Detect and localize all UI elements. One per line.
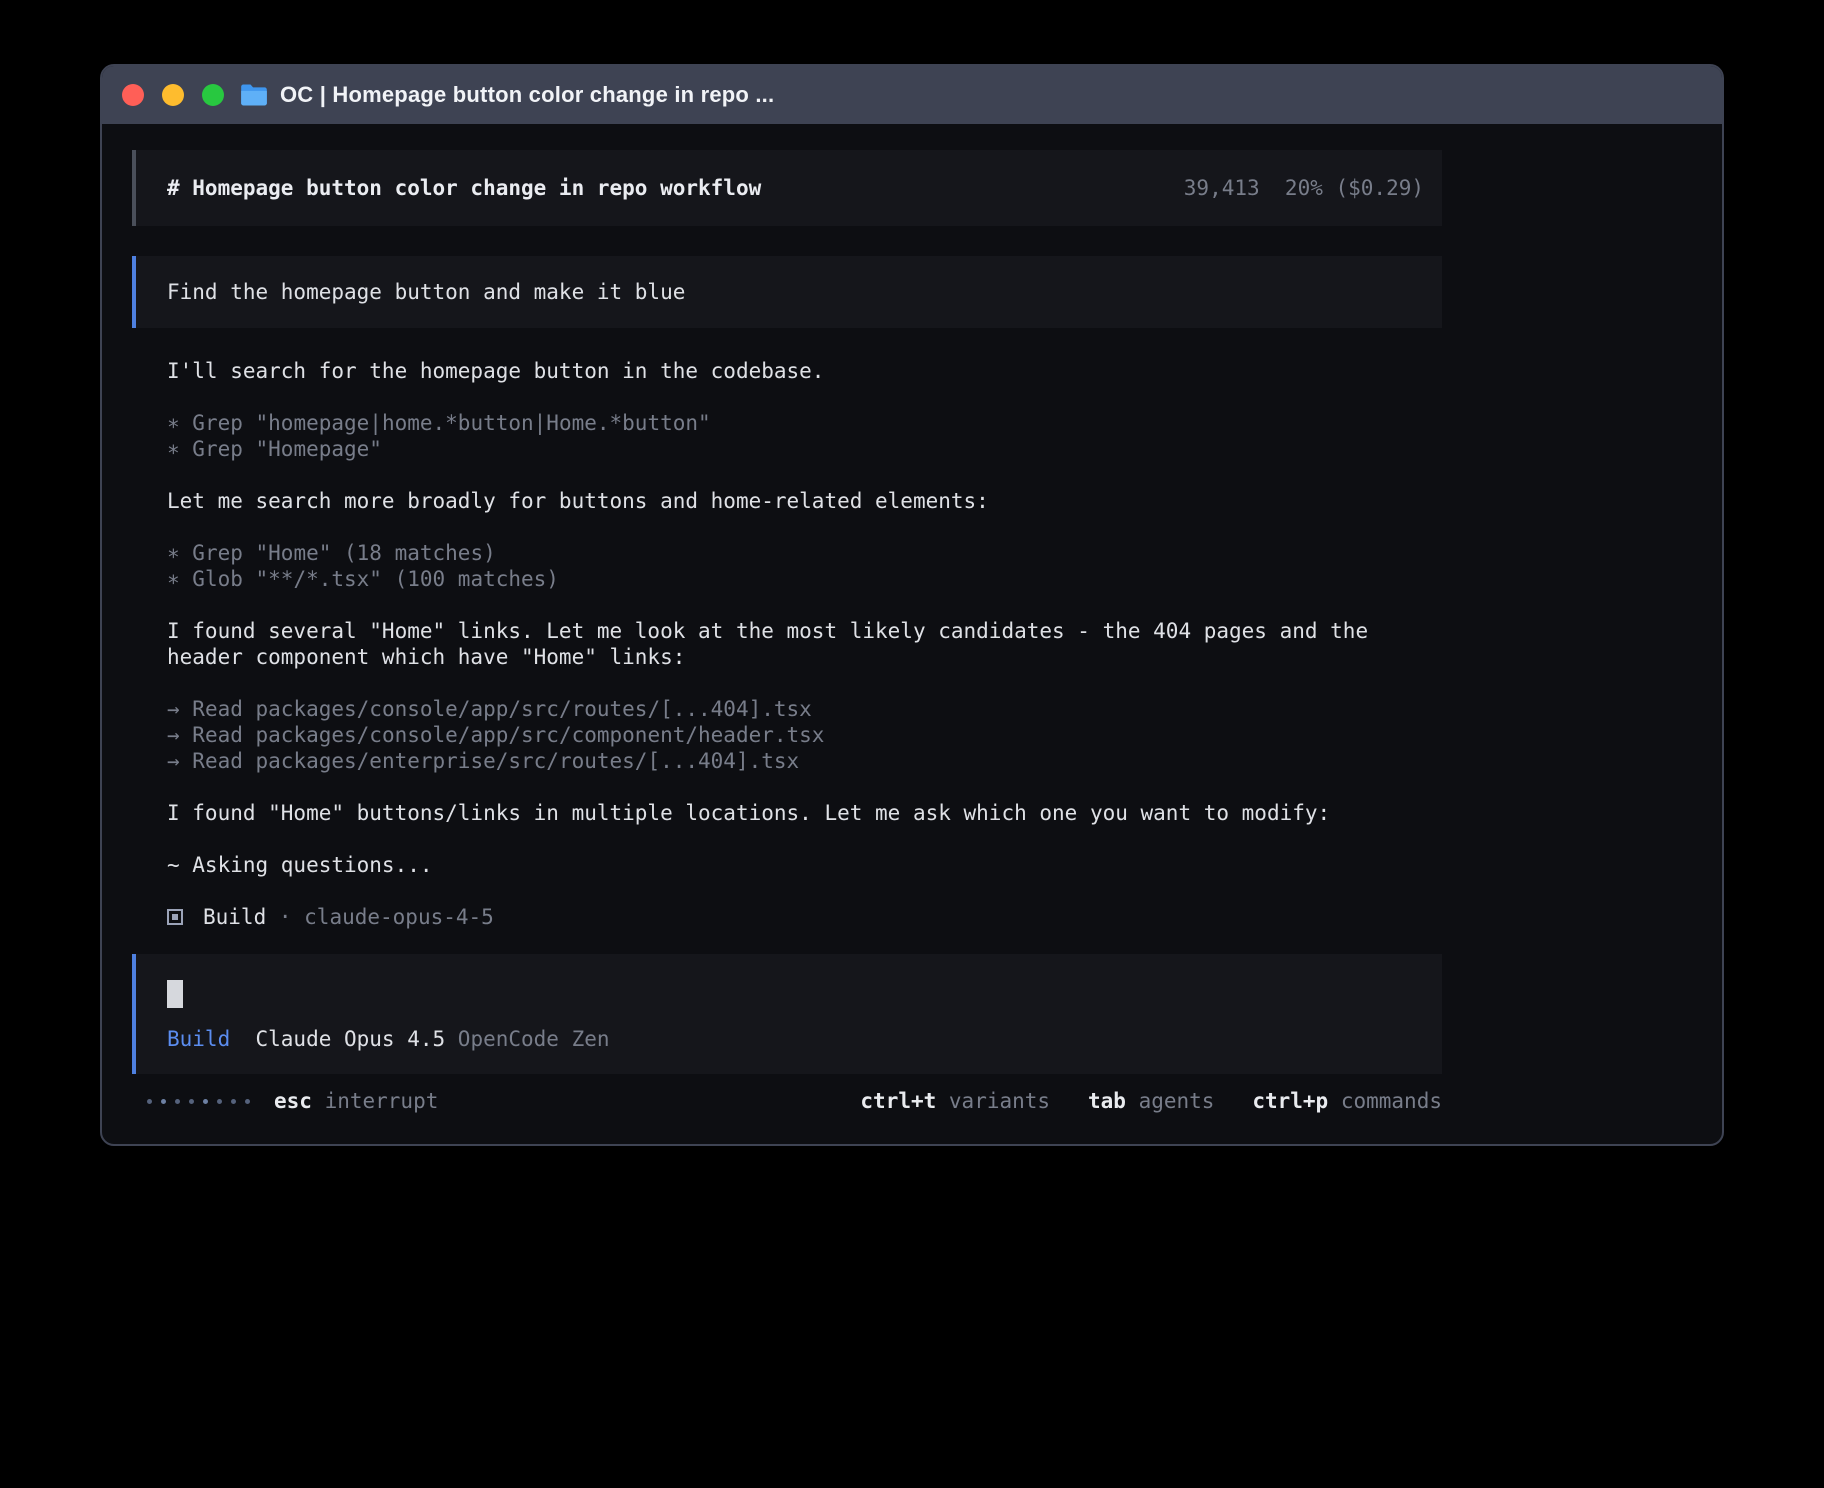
- assistant-text-broaden: Let me search more broadly for buttons a…: [167, 488, 1442, 514]
- close-button[interactable]: [122, 84, 144, 106]
- tool-marker-icon: →: [167, 696, 180, 722]
- zoom-button[interactable]: [202, 84, 224, 106]
- session-stats: 39,413 20% ($0.29): [1184, 175, 1424, 201]
- tool-call-group-1: ∗ Grep "homepage|home.*button|Home.*button…: [167, 410, 1442, 462]
- input-model-name[interactable]: Claude Opus 4.5: [256, 1026, 446, 1052]
- spinner-dot: [175, 1099, 180, 1104]
- tool-args: "**/*.tsx" (100 matches): [256, 566, 559, 592]
- assistant-text-candidates: I found several "Home" links. Let me loo…: [167, 618, 1442, 670]
- tool-name: Read: [192, 748, 243, 774]
- tool-call-grep: ∗ Grep "Homepage": [167, 436, 1442, 462]
- shortcut-label: interrupt: [325, 1088, 439, 1114]
- session-title: # Homepage button color change in repo w…: [167, 175, 761, 201]
- status-left: esc interrupt: [147, 1088, 438, 1114]
- spinner-dot: [147, 1099, 152, 1104]
- shortcut-label: variants: [949, 1088, 1050, 1114]
- tool-call-group-2: ∗ Grep "Home" (18 matches) ∗ Glob "**/*.tsx"…: [167, 540, 1442, 592]
- shortcut-label: commands: [1341, 1088, 1442, 1114]
- activity-spinner: [147, 1099, 250, 1104]
- input-provider-name: OpenCode Zen: [458, 1026, 610, 1052]
- tool-call-grep: ∗ Grep "homepage|home.*button|Home.*button…: [167, 410, 1442, 436]
- agent-status-line: Build · claude-opus-4-5: [167, 904, 1442, 930]
- tool-name: Read: [192, 696, 243, 722]
- conversation: I'll search for the homepage button in t…: [132, 358, 1442, 930]
- tool-args: packages/enterprise/src/routes/[...404].…: [256, 748, 800, 774]
- session-header: # Homepage button color change in repo w…: [132, 150, 1442, 226]
- text-cursor: [167, 980, 183, 1008]
- tool-call-read: → Read packages/console/app/src/component/…: [167, 722, 1442, 748]
- shortcut-commands: ctrl+p commands: [1252, 1088, 1442, 1114]
- user-message: Find the homepage button and make it blu…: [132, 256, 1442, 328]
- traffic-lights: [122, 84, 224, 106]
- assistant-text-ask: I found "Home" buttons/links in multiple…: [167, 800, 1442, 826]
- tool-args: packages/console/app/src/routes/[...404]…: [256, 696, 812, 722]
- spinner-dot: [217, 1099, 222, 1104]
- terminal-content: # Homepage button color change in repo w…: [102, 124, 1722, 1114]
- model-name: claude-opus-4-5: [304, 904, 494, 930]
- tool-name: Glob: [192, 566, 243, 592]
- shortcut-variants: ctrl+t variants: [860, 1088, 1050, 1114]
- spinner-dot: [231, 1099, 236, 1104]
- tool-name: Grep: [192, 410, 243, 436]
- token-count: 39,413: [1184, 175, 1260, 201]
- window-titlebar[interactable]: OC | Homepage button color change in rep…: [102, 66, 1722, 124]
- shortcut-key: ctrl+t: [860, 1088, 936, 1114]
- user-message-text: Find the homepage button and make it blu…: [167, 279, 685, 305]
- assistant-working-status: ~ Asking questions...: [167, 852, 1442, 878]
- separator-dot: ·: [279, 904, 292, 930]
- shortcut-agents: tab agents: [1088, 1088, 1214, 1114]
- tool-marker-icon: ∗: [167, 540, 180, 566]
- folder-icon: [240, 83, 268, 107]
- tool-marker-icon: ∗: [167, 566, 180, 592]
- status-right: ctrl+t variants tab agents ctrl+p comman…: [860, 1088, 1442, 1114]
- tool-call-read: → Read packages/console/app/src/routes/[..…: [167, 696, 1442, 722]
- tool-args: packages/console/app/src/component/heade…: [256, 722, 825, 748]
- tool-call-grep: ∗ Grep "Home" (18 matches): [167, 540, 1442, 566]
- tool-call-glob: ∗ Glob "**/*.tsx" (100 matches): [167, 566, 1442, 592]
- tool-args: "Homepage": [256, 436, 382, 462]
- spinner-dot: [203, 1099, 208, 1104]
- context-usage: 20% ($0.29): [1285, 175, 1424, 201]
- status-bar: esc interrupt ctrl+t variants tab agents: [132, 1088, 1442, 1114]
- window-title: OC | Homepage button color change in rep…: [280, 82, 774, 108]
- tool-args: "Home" (18 matches): [256, 540, 496, 566]
- shortcut-label: agents: [1139, 1088, 1215, 1114]
- agent-name: Build: [203, 904, 266, 930]
- shortcut-key: esc: [274, 1088, 312, 1114]
- tool-name: Grep: [192, 540, 243, 566]
- tool-marker-icon: ∗: [167, 436, 180, 462]
- tool-marker-icon: ∗: [167, 410, 180, 436]
- tool-call-read: → Read packages/enterprise/src/routes/[...…: [167, 748, 1442, 774]
- tool-name: Read: [192, 722, 243, 748]
- input-meta: Build Claude Opus 4.5 OpenCode Zen: [167, 1026, 1442, 1052]
- shortcut-key: ctrl+p: [1252, 1088, 1328, 1114]
- tool-name: Grep: [192, 436, 243, 462]
- spinner-dot: [161, 1099, 166, 1104]
- spinner-dot: [245, 1099, 250, 1104]
- shortcut-interrupt: esc interrupt: [274, 1088, 438, 1114]
- prompt-input[interactable]: Build Claude Opus 4.5 OpenCode Zen: [132, 954, 1442, 1074]
- input-agent-mode[interactable]: Build: [167, 1026, 230, 1052]
- desktop-background: OC | Homepage button color change in rep…: [0, 0, 1824, 1488]
- agent-square-icon: [167, 909, 183, 925]
- terminal-window: OC | Homepage button color change in rep…: [100, 64, 1724, 1146]
- tool-marker-icon: →: [167, 748, 180, 774]
- tool-call-group-3: → Read packages/console/app/src/routes/[..…: [167, 696, 1442, 774]
- tool-args: "homepage|home.*button|Home.*button": [256, 410, 711, 436]
- minimize-button[interactable]: [162, 84, 184, 106]
- assistant-text-intro: I'll search for the homepage button in t…: [167, 358, 1442, 384]
- shortcut-key: tab: [1088, 1088, 1126, 1114]
- spinner-dot: [189, 1099, 194, 1104]
- tool-marker-icon: →: [167, 722, 180, 748]
